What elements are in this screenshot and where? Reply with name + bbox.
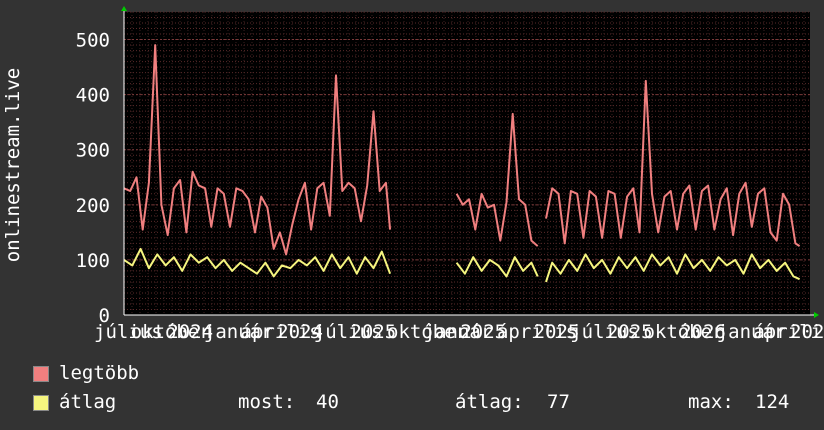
y-tick-label: 400 xyxy=(76,85,110,107)
y-tick-label: 100 xyxy=(76,250,110,272)
legend-swatch-atlag xyxy=(33,395,49,411)
y-tick-label: 500 xyxy=(76,30,110,52)
stat-avg-value: 77 xyxy=(547,391,570,413)
x-axis-arrow xyxy=(814,312,819,318)
legend-label-atlag: átlag xyxy=(59,391,117,413)
y-axis-arrow xyxy=(121,6,127,11)
stat-max-label: max: xyxy=(688,391,734,413)
legend-swatch-legtobb xyxy=(33,366,49,382)
y-tick-label: 300 xyxy=(76,140,110,162)
x-tick-label: 2026 xyxy=(790,321,824,343)
stat-most-value: 40 xyxy=(316,391,339,413)
stat-most-label: most: xyxy=(238,391,296,413)
y-tick-label: 200 xyxy=(76,195,110,217)
y-axis-label: onlinestream.live xyxy=(2,68,24,262)
stat-avg-label: átlag: xyxy=(455,391,524,413)
stat-max-value: 124 xyxy=(755,391,790,413)
legend-label-legtobb: legtöbb xyxy=(59,362,140,384)
